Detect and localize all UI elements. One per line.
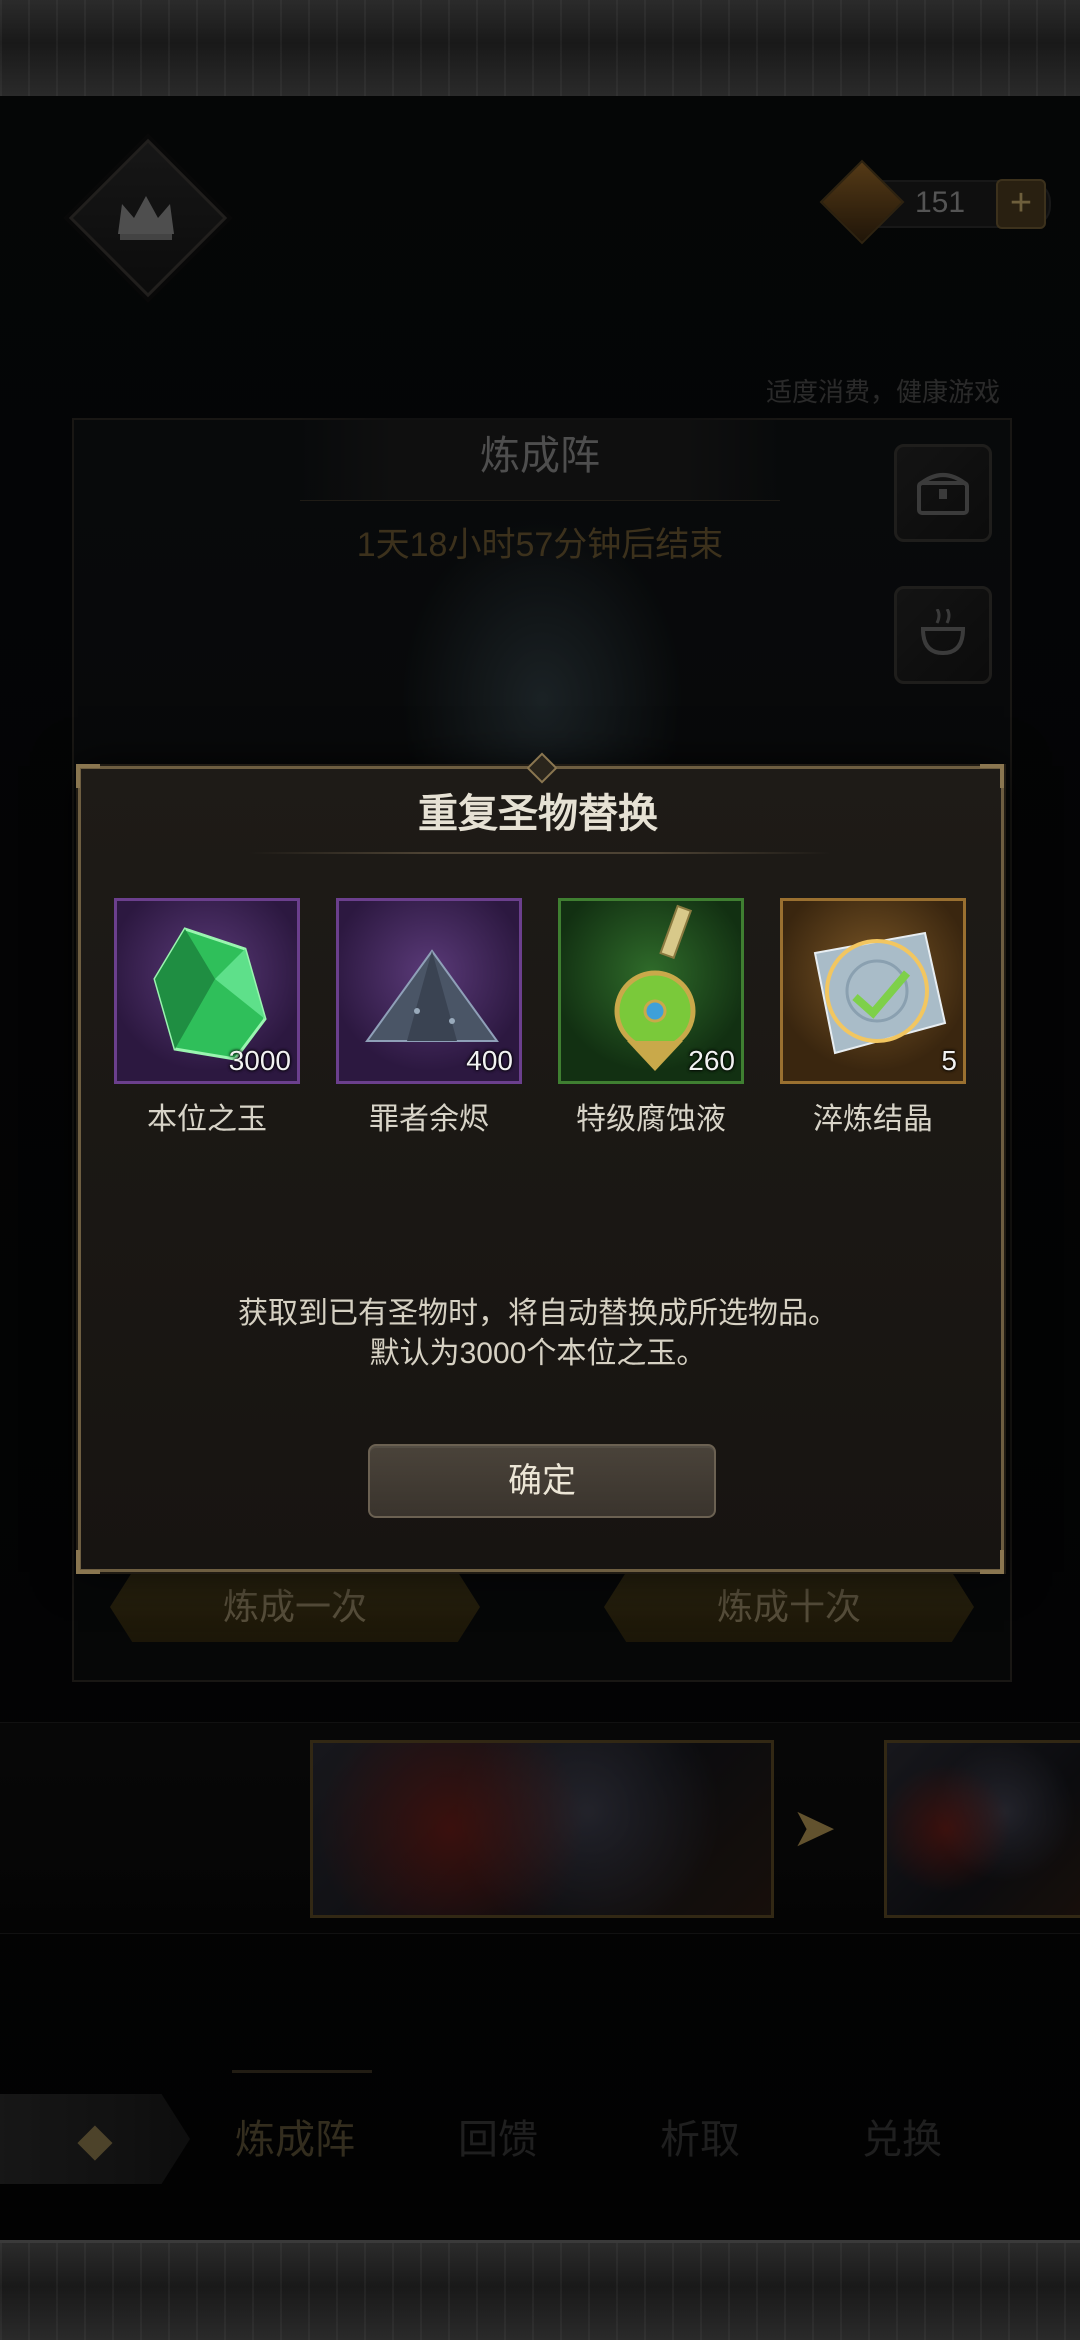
item-name: 本位之玉 <box>147 1103 267 1136</box>
item-tile-ember[interactable]: 400 <box>336 898 522 1084</box>
crystal-rune-icon <box>813 931 947 1055</box>
modal-corner <box>980 1550 1004 1574</box>
item-name: 罪者余烬 <box>369 1103 489 1136</box>
item-tile-crystal[interactable]: 5 <box>780 898 966 1084</box>
item-tile-corrosive[interactable]: 260 <box>558 898 744 1084</box>
ash-pile-icon <box>365 949 499 1042</box>
confirm-button[interactable]: 确定 <box>368 1444 716 1518</box>
title-divider <box>250 852 830 854</box>
item-qty: 400 <box>466 1045 513 1076</box>
item-name: 淬炼结晶 <box>813 1103 933 1136</box>
item-name: 特级腐蚀液 <box>576 1103 726 1136</box>
replacement-description: 获取到已有圣物时，将自动替换成所选物品。 默认为3000个本位之玉。 <box>78 1294 998 1374</box>
top-frame <box>0 0 1080 99</box>
description-line: 获取到已有圣物时，将自动替换成所选物品。 <box>238 1297 838 1330</box>
description-line: 默认为3000个本位之玉。 <box>369 1337 707 1370</box>
item-qty: 260 <box>688 1045 735 1076</box>
modal-title: 重复圣物替换 <box>418 792 658 836</box>
bottom-frame <box>0 2240 1080 2340</box>
item-qty: 3000 <box>228 1045 291 1076</box>
modal-corner <box>76 1550 100 1574</box>
item-qty: 5 <box>941 1045 957 1076</box>
item-tile-jade[interactable]: 3000 <box>114 898 300 1084</box>
